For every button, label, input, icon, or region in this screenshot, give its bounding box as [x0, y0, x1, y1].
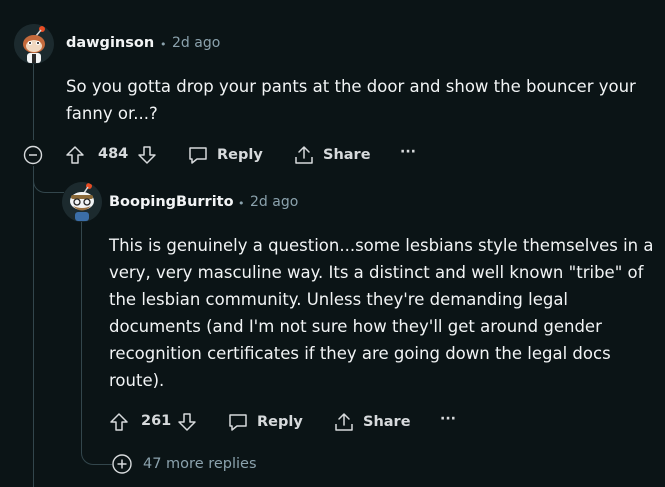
thread-line-main-lower: [33, 166, 34, 487]
share-icon: [335, 413, 353, 431]
plus-circle-icon: [112, 454, 132, 474]
comment-body-line: route).: [109, 371, 165, 390]
downvote-button[interactable]: [176, 411, 198, 433]
comment-body-line: recognition certificates if they are goi…: [109, 344, 611, 363]
comment-body-line: This is genuinely a question...some lesb…: [109, 236, 654, 255]
comment-body-line: the lesbian community. Unless they're de…: [109, 290, 569, 309]
comment-timestamp[interactable]: 2d ago: [250, 194, 298, 210]
thread-line-main: [33, 64, 34, 140]
more-replies-connector: [81, 444, 112, 465]
reply-label: Reply: [217, 147, 263, 163]
share-button[interactable]: Share: [333, 410, 411, 434]
comment-body: So you gotta drop your pants at the door…: [66, 73, 656, 127]
downvote-arrow-icon: [138, 146, 156, 164]
comment-body-line: fanny or...?: [66, 104, 158, 123]
more-replies-label: 47 more replies: [143, 456, 257, 472]
comment-timestamp[interactable]: 2d ago: [172, 35, 220, 51]
upvote-button[interactable]: [108, 411, 130, 433]
separator-dot: •: [238, 197, 245, 210]
more-options-button[interactable]: ···: [400, 144, 416, 160]
reply-button[interactable]: Reply: [187, 143, 263, 167]
downvote-arrow-icon: [178, 413, 196, 431]
reply-label: Reply: [257, 414, 303, 430]
collapse-minus-icon: [23, 145, 43, 165]
separator-dot: •: [160, 38, 167, 51]
share-button[interactable]: Share: [293, 143, 371, 167]
avatar[interactable]: [14, 24, 54, 64]
snoo-avatar-icon: [62, 182, 102, 222]
comment-bubble-icon: [229, 414, 247, 431]
avatar[interactable]: [62, 182, 102, 222]
snoo-avatar-icon: [14, 24, 54, 64]
comment-body-line: very, very masculine way. Its a distinct…: [109, 263, 644, 282]
upvote-arrow-icon: [110, 413, 128, 431]
comment-body: This is genuinely a question...some lesb…: [109, 232, 659, 394]
upvote-arrow-icon: [66, 146, 84, 164]
vote-count: 261: [141, 413, 172, 429]
thread-line-reply: [81, 222, 82, 444]
downvote-button[interactable]: [136, 144, 158, 166]
share-icon: [295, 146, 313, 164]
reply-button[interactable]: Reply: [227, 410, 303, 434]
vote-count: 484: [98, 146, 129, 162]
share-label: Share: [323, 147, 371, 163]
comment-body-line: documents (and I'm not sure how they'll …: [109, 317, 602, 336]
collapse-button[interactable]: [23, 145, 43, 165]
thread-branch-connector: [33, 166, 64, 193]
upvote-button[interactable]: [64, 144, 86, 166]
more-replies-button[interactable]: 47 more replies: [111, 453, 257, 475]
comment-bubble-icon: [189, 147, 207, 164]
share-label: Share: [363, 414, 411, 430]
comment-username[interactable]: BoopingBurrito: [109, 194, 234, 210]
comment-body-line: So you gotta drop your pants at the door…: [66, 77, 636, 96]
comment-username[interactable]: dawginson: [66, 35, 154, 51]
more-options-button[interactable]: ···: [440, 411, 456, 427]
